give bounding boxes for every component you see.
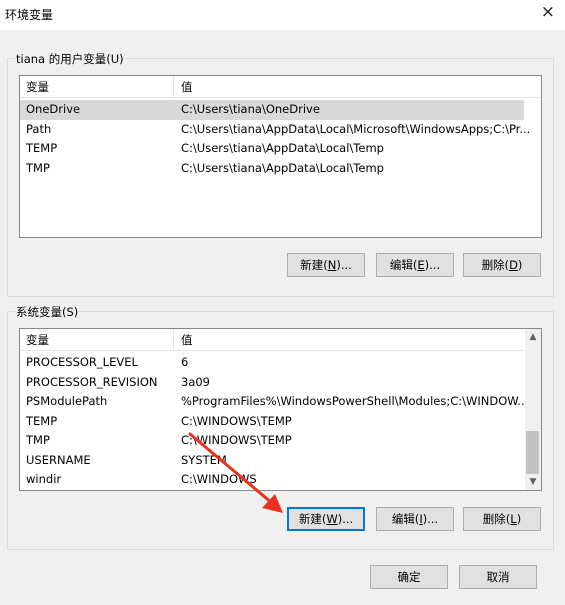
button-label-tail: )... — [337, 512, 354, 526]
ok-button[interactable]: 确定 — [370, 565, 448, 589]
button-label-tail: ) — [517, 258, 523, 272]
variable-value: %ProgramFiles%\WindowsPowerShell\Modules… — [181, 394, 529, 408]
table-row[interactable]: USERNAME SYSTEM — [20, 451, 524, 471]
table-row[interactable]: TEMP C:\WINDOWS\TEMP — [20, 412, 524, 432]
scroll-down-icon[interactable]: ▼ — [525, 474, 541, 490]
column-separator[interactable] — [173, 329, 174, 350]
variable-name: TMP — [26, 433, 50, 447]
variable-name: windir — [26, 472, 62, 486]
button-label: 编辑( — [391, 512, 420, 526]
table-row[interactable]: PROCESSOR_REVISION 3a09 — [20, 373, 524, 393]
table-row[interactable]: TMP C:\WINDOWS\TEMP — [20, 431, 524, 451]
table-row[interactable]: OneDrive C:\Users\tiana\OneDrive — [20, 100, 524, 120]
column-separator[interactable] — [173, 76, 174, 97]
button-label: 编辑( — [389, 258, 418, 272]
user-new-button[interactable]: 新建(N)... — [287, 253, 365, 277]
variable-name: PROCESSOR_LEVEL — [26, 355, 138, 369]
vertical-scrollbar[interactable]: ▲ ▼ — [525, 329, 541, 490]
table-row[interactable]: PROCESSOR_LEVEL 6 — [20, 353, 524, 373]
system-variables-label: 系统变量(S) — [15, 304, 80, 320]
accelerator-key: W — [326, 512, 338, 526]
user-edit-button[interactable]: 编辑(E)... — [376, 253, 454, 277]
column-header-value[interactable]: 值 — [181, 79, 193, 95]
variable-value: C:\WINDOWS\TEMP — [181, 433, 292, 447]
cancel-button[interactable]: 取消 — [459, 565, 537, 589]
variable-value: 6 — [181, 355, 189, 369]
variable-name: TEMP — [26, 141, 58, 155]
variable-value: C:\WINDOWS\TEMP — [181, 413, 292, 428]
title-bar: 环境变量 × — [0, 0, 565, 30]
button-label-tail: )... — [422, 512, 439, 526]
accelerator-key: D — [509, 258, 518, 272]
system-edit-button[interactable]: 编辑(I)... — [376, 507, 454, 531]
column-header-value[interactable]: 值 — [181, 332, 193, 348]
button-label: 删除( — [481, 258, 510, 272]
list-header: 变量 值 — [20, 76, 541, 98]
system-delete-button[interactable]: 删除(L) — [463, 507, 541, 531]
button-label-tail: )... — [424, 258, 441, 272]
user-delete-button[interactable]: 删除(D) — [463, 253, 541, 277]
variable-value: 3a09 — [181, 374, 210, 389]
variable-value: C:\WINDOWS — [181, 472, 257, 486]
variable-name: PROCESSOR_REVISION — [26, 374, 158, 389]
window-title: 环境变量 — [5, 8, 54, 22]
variable-name: OneDrive — [26, 102, 81, 116]
list-header: 变量 值 — [20, 329, 525, 351]
button-label: 新建( — [300, 258, 328, 272]
button-label-tail: )... — [336, 258, 352, 272]
button-label: 新建( — [298, 512, 327, 526]
column-header-name[interactable]: 变量 — [26, 79, 49, 95]
variable-name: PSModulePath — [26, 394, 108, 408]
button-label: 删除( — [482, 512, 511, 526]
scroll-up-icon[interactable]: ▲ — [525, 329, 541, 345]
variable-value: C:\Users\tiana\AppData\Local\Temp — [181, 141, 384, 155]
variable-name: TMP — [26, 160, 50, 175]
table-row[interactable]: PSModulePath %ProgramFiles%\WindowsPower… — [20, 392, 528, 412]
table-row[interactable]: TEMP C:\Users\tiana\AppData\Local\Temp — [20, 139, 524, 159]
button-label-tail: ) — [516, 512, 522, 526]
close-icon[interactable]: × — [541, 2, 555, 22]
table-row[interactable]: TMP C:\Users\tiana\AppData\Local\Temp — [20, 159, 524, 179]
scroll-thumb[interactable] — [526, 431, 539, 474]
user-variables-label: tiana 的用户变量(U) — [15, 51, 125, 67]
variable-value: SYSTEM — [181, 452, 227, 467]
variable-name: TEMP — [26, 413, 58, 428]
user-variables-list[interactable]: 变量 值 OneDrive C:\Users\tiana\OneDrive Pa… — [19, 75, 542, 238]
variable-name: Path — [26, 121, 52, 136]
system-new-button[interactable]: 新建(W)... — [287, 507, 365, 531]
variable-value: C:\Users\tiana\AppData\Local\Microsoft\W… — [181, 121, 531, 136]
table-row[interactable]: windir C:\WINDOWS — [20, 470, 524, 490]
table-row[interactable]: Path C:\Users\tiana\AppData\Local\Micros… — [20, 120, 530, 140]
system-variables-list[interactable]: 变量 值 PROCESSOR_LEVEL 6 PROCESSOR_REVISIO… — [19, 328, 542, 491]
variable-value: C:\Users\tiana\AppData\Local\Temp — [181, 160, 384, 175]
variable-value: C:\Users\tiana\OneDrive — [181, 102, 320, 116]
column-header-name[interactable]: 变量 — [26, 332, 49, 348]
accelerator-key: E — [417, 258, 425, 272]
variable-name: USERNAME — [26, 452, 91, 467]
